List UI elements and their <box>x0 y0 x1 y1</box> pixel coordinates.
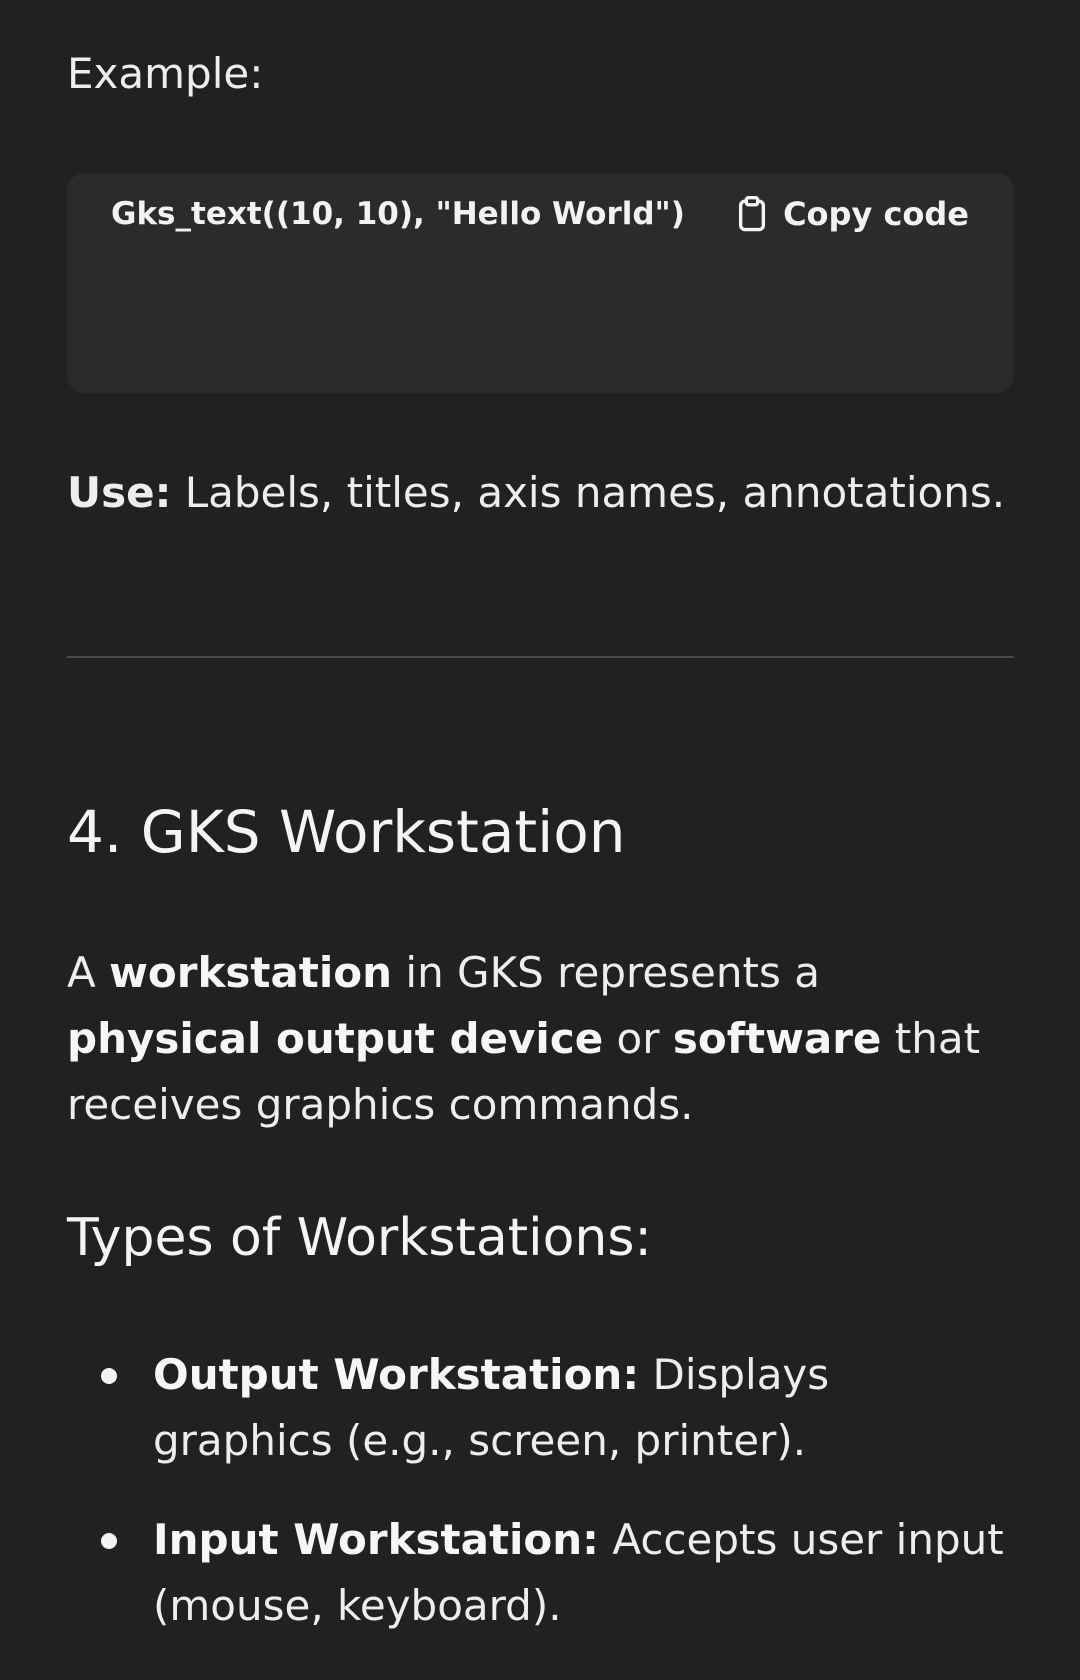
list-item: Output Workstation: Displays graphics (e… <box>67 1342 1014 1474</box>
list-item-term: Input Workstation: <box>153 1515 599 1564</box>
code-text: Gks_text((10, 10), "Hello World") <box>111 196 685 232</box>
bullet-icon <box>101 1533 117 1549</box>
bullet-icon <box>101 1368 117 1384</box>
para-text: in GKS represents a <box>392 948 820 997</box>
para-bold-text: physical output device <box>67 1014 604 1063</box>
section-heading: 4. GKS Workstation <box>67 798 626 866</box>
example-label: Example: <box>67 49 264 98</box>
use-line: Use: Labels, titles, axis names, annotat… <box>67 465 1005 521</box>
para-bold-text: workstation <box>109 948 393 997</box>
code-block: Gks_text((10, 10), "Hello World") Copy c… <box>67 173 1014 393</box>
divider <box>67 656 1014 658</box>
use-label: Use: <box>67 468 172 517</box>
para-text: or <box>603 1014 673 1063</box>
use-text: Labels, titles, axis names, annotations. <box>171 468 1006 517</box>
list-item: Input Workstation: Accepts user input (m… <box>67 1507 1014 1639</box>
clipboard-icon <box>739 196 766 232</box>
subheading: Types of Workstations: <box>67 1208 652 1268</box>
para-bold-text: software <box>672 1014 882 1063</box>
section-paragraph: A workstation in GKS represents a physic… <box>67 940 1014 1138</box>
copy-code-button[interactable]: Copy code <box>735 193 969 235</box>
list-item-term: Output Workstation: <box>153 1350 640 1399</box>
copy-code-label: Copy code <box>783 195 969 233</box>
para-text: A <box>67 948 110 997</box>
workstation-types-list: Output Workstation: Displays graphics (e… <box>67 1342 1014 1672</box>
